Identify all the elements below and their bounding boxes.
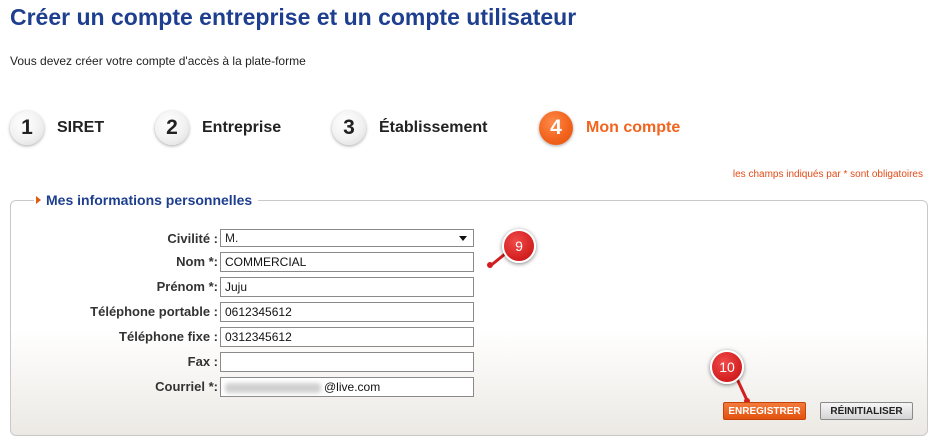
tel-fixe-input[interactable]: 0312345612 bbox=[220, 327, 474, 347]
courriel-domain: @live.com bbox=[324, 380, 381, 394]
step-number: 3 bbox=[332, 111, 366, 145]
step-number: 2 bbox=[155, 111, 189, 145]
prenom-input[interactable]: Juju bbox=[220, 277, 474, 297]
nom-input[interactable]: COMMERCIAL bbox=[220, 252, 474, 272]
arrow-right-icon bbox=[36, 196, 41, 204]
step-label: SIRET bbox=[57, 119, 105, 136]
courriel-row: Courriel *: @live.com bbox=[21, 377, 481, 397]
tel-portable-label: Téléphone portable : bbox=[90, 304, 218, 319]
callout-9-badge: 9 bbox=[502, 229, 536, 263]
chevron-down-icon bbox=[459, 235, 467, 241]
step-number: 4 bbox=[539, 111, 573, 145]
civilite-select[interactable]: M. bbox=[220, 229, 474, 247]
tel-fixe-label: Téléphone fixe : bbox=[119, 329, 218, 344]
tel-portable-row: Téléphone portable : 0612345612 bbox=[21, 302, 481, 322]
step-label: Entreprise bbox=[202, 119, 282, 136]
nom-row: Nom *: COMMERCIAL bbox=[21, 252, 481, 272]
prenom-label: Prénom *: bbox=[156, 279, 218, 294]
step-entreprise[interactable]: 2 Entreprise bbox=[155, 108, 281, 148]
tel-fixe-row: Téléphone fixe : 0312345612 bbox=[21, 327, 481, 347]
reset-button[interactable]: RÉINITIALISER bbox=[820, 402, 913, 420]
prenom-row: Prénom *: Juju bbox=[21, 277, 481, 297]
step-mon-compte: 4 Mon compte bbox=[539, 108, 680, 148]
step-label: Établissement bbox=[379, 119, 488, 136]
required-fields-note: les champs indiqués par * sont obligatoi… bbox=[732, 169, 923, 180]
page-title: Créer un compte entreprise et un compte … bbox=[10, 4, 577, 30]
fax-input[interactable] bbox=[220, 352, 474, 372]
intro-text: Vous devez créer votre compte d'accès à … bbox=[10, 54, 306, 68]
courriel-label: Courriel *: bbox=[155, 379, 218, 394]
legend-text: Mes informations personnelles bbox=[46, 192, 253, 208]
callout-10-badge: 10 bbox=[710, 350, 744, 384]
callout-9-dot bbox=[487, 262, 493, 268]
redacted-email-user bbox=[225, 382, 321, 393]
fieldset-legend: Mes informations personnelles bbox=[34, 192, 259, 208]
fax-label: Fax : bbox=[187, 354, 218, 369]
civilite-label: Civilité : bbox=[167, 231, 218, 246]
save-button[interactable]: ENREGISTRER bbox=[723, 402, 806, 420]
step-number: 1 bbox=[10, 111, 44, 145]
courriel-input[interactable]: @live.com bbox=[220, 377, 474, 397]
step-label: Mon compte bbox=[586, 119, 681, 136]
nom-label: Nom *: bbox=[176, 254, 218, 269]
personal-info-fieldset: Civilité : M. Nom *: COMMERCIAL Prénom *… bbox=[10, 200, 928, 436]
civilite-value: M. bbox=[225, 231, 239, 245]
civilite-row: Civilité : M. bbox=[21, 229, 481, 249]
step-etablissement[interactable]: 3 Établissement bbox=[332, 108, 487, 148]
fax-row: Fax : bbox=[21, 352, 481, 372]
tel-portable-input[interactable]: 0612345612 bbox=[220, 302, 474, 322]
step-siret[interactable]: 1 SIRET bbox=[10, 108, 104, 148]
